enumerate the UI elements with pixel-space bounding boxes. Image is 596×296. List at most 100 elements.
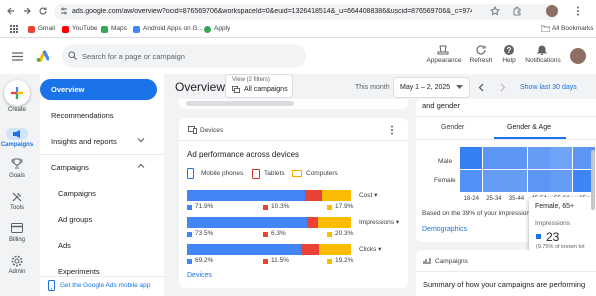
search-input[interactable]: Search for a page or campaign (82, 52, 185, 61)
profile-avatar[interactable] (546, 5, 558, 17)
metric-clicks-dropdown[interactable]: Clicks ▾ (359, 245, 381, 253)
pct-label-cost-computers: 17.9% (335, 203, 354, 210)
heatmap-cell-male-35-44[interactable] (505, 147, 528, 170)
heatmap-col-label: 25-34 (486, 196, 502, 202)
app-promo-link[interactable]: Get the Google Ads mobile app (60, 282, 150, 289)
rail-campaigns-label[interactable]: Campaigns (0, 142, 34, 148)
notifications-label[interactable]: Notifications (520, 57, 566, 64)
main-scrollbar[interactable] (591, 150, 595, 210)
google-ads-logo[interactable] (36, 50, 49, 62)
heatmap-col-label: 18-24 (463, 196, 479, 202)
nav-campaigns[interactable]: Campaigns (58, 189, 96, 198)
bookmark-youtube[interactable]: YouTube (72, 25, 98, 32)
gmail-icon (28, 26, 35, 33)
browser-menu-icon[interactable] (576, 6, 580, 16)
notifications-bell-icon[interactable] (536, 44, 550, 56)
pct-swatch (263, 259, 268, 264)
left-nav-panel (40, 74, 164, 296)
rail-billing-label[interactable]: Billing (0, 237, 34, 243)
heatmap-cell-female-25-34[interactable] (482, 170, 505, 193)
bookmark-android-apps[interactable]: Android Apps on G... (143, 25, 203, 32)
date-range-value: May 1 – 2, 2025 (400, 84, 451, 91)
admin-gear-icon[interactable] (11, 255, 23, 267)
heatmap-row-female: Female (434, 177, 456, 184)
all-bookmarks[interactable]: All Bookmarks (552, 25, 594, 32)
pct-swatch (263, 232, 268, 237)
nav-ads[interactable]: Ads (58, 241, 71, 250)
computer-icon (292, 170, 302, 178)
hamburger-menu-icon[interactable] (12, 52, 23, 61)
campaigns-summary: Summary of how your campaigns are perfor… (423, 280, 586, 289)
tablet-icon (252, 169, 260, 179)
tab-gender-and-age[interactable]: Gender & Age (507, 124, 551, 131)
apps-grid-icon[interactable] (10, 25, 18, 33)
bar-cost-mobile-phones (187, 190, 305, 201)
chevron-down-icon[interactable] (137, 137, 145, 143)
pct-swatch (327, 232, 332, 237)
refresh-icon[interactable] (475, 44, 489, 56)
back-icon[interactable] (6, 6, 16, 16)
refresh-label[interactable]: Refresh (465, 57, 497, 64)
tooltip-metric: Impressions (535, 220, 571, 227)
heatmap-cell-female-18-24[interactable] (460, 170, 482, 193)
nav-ad-groups[interactable]: Ad groups (58, 215, 92, 224)
goals-trophy-icon[interactable] (11, 158, 23, 169)
create-button[interactable] (4, 80, 30, 106)
appearance-label[interactable]: Appearance (424, 57, 464, 64)
bookmark-apply[interactable]: Apply (214, 25, 230, 32)
bookmark-maps[interactable]: Maps (111, 25, 127, 32)
devices-report-link[interactable]: Devices (187, 272, 212, 279)
maps-icon (101, 26, 108, 33)
help-label[interactable]: Help (497, 57, 521, 64)
tabs-divider (416, 139, 596, 140)
billing-card-icon[interactable] (11, 223, 23, 233)
devices-card-subtitle: Ad performance across devices (187, 150, 300, 159)
tab-gender[interactable]: Gender (441, 124, 464, 131)
rail-goals-label[interactable]: Goals (0, 173, 34, 179)
heatmap-cell-female-45-54[interactable] (527, 170, 550, 193)
pct-label-clicks-mobile-phones: 69.2% (195, 257, 214, 264)
bar-cost-tablets (304, 190, 322, 201)
devices-card-title: Devices (200, 127, 224, 134)
heatmap-cell-female-55-64[interactable] (550, 170, 573, 193)
show-last-30-days-link[interactable]: Show last 30 days (520, 84, 577, 91)
account-avatar[interactable] (570, 48, 586, 64)
nav-experiments[interactable]: Experiments (58, 267, 100, 276)
rail-admin-label[interactable]: Admin (0, 269, 34, 275)
heatmap-cell-male-18-24[interactable] (460, 147, 482, 170)
metric-cost-dropdown[interactable]: Cost ▾ (359, 191, 377, 199)
url-text: ads.google.com/aw/overview?ocid=87656970… (72, 8, 472, 15)
forward-icon[interactable] (22, 6, 32, 16)
star-icon[interactable] (490, 6, 500, 16)
demographics-link[interactable]: Demographics (422, 226, 467, 233)
nav-campaigns-group[interactable]: Campaigns (51, 163, 89, 172)
help-icon[interactable]: ? (503, 44, 517, 56)
more-options-icon[interactable] (390, 125, 394, 135)
appearance-icon[interactable] (437, 44, 451, 56)
layers-icon (232, 86, 240, 93)
chevron-up-icon[interactable] (137, 163, 145, 169)
rail-create-label[interactable]: Create (0, 107, 34, 113)
pct-label-impressions-computers: 20.3% (335, 230, 354, 237)
folder-icon (541, 25, 550, 32)
nav-insights-and-reports[interactable]: Insights and reports (51, 137, 117, 146)
previous-period-icon[interactable] (478, 83, 484, 92)
metric-impressions-dropdown[interactable]: Impressions ▾ (359, 218, 399, 226)
heatmap-cell-female-35-44[interactable] (505, 170, 528, 193)
nav-recommendations[interactable]: Recommendations (51, 111, 114, 120)
phone-icon (48, 280, 55, 291)
site-info-icon[interactable] (60, 7, 68, 15)
pct-label-impressions-mobile-phones: 73.5% (195, 230, 214, 237)
next-period-icon[interactable] (500, 83, 506, 92)
nav-overview-label[interactable]: Overview (51, 85, 84, 94)
heatmap-cell-male-45-54[interactable] (527, 147, 550, 170)
heatmap-cell-male-55-64[interactable] (550, 147, 573, 170)
reload-icon[interactable] (38, 6, 48, 16)
heatmap-cell-male-25-34[interactable] (482, 147, 505, 170)
demographics-note: Based on the 39% of your impressions w (422, 210, 540, 217)
extensions-icon[interactable] (512, 6, 522, 16)
tools-wrench-icon[interactable] (11, 191, 23, 203)
bookmark-gmail[interactable]: Gmail (38, 25, 55, 32)
campaigns-rail-icon[interactable] (6, 128, 28, 140)
rail-tools-label[interactable]: Tools (0, 205, 34, 211)
